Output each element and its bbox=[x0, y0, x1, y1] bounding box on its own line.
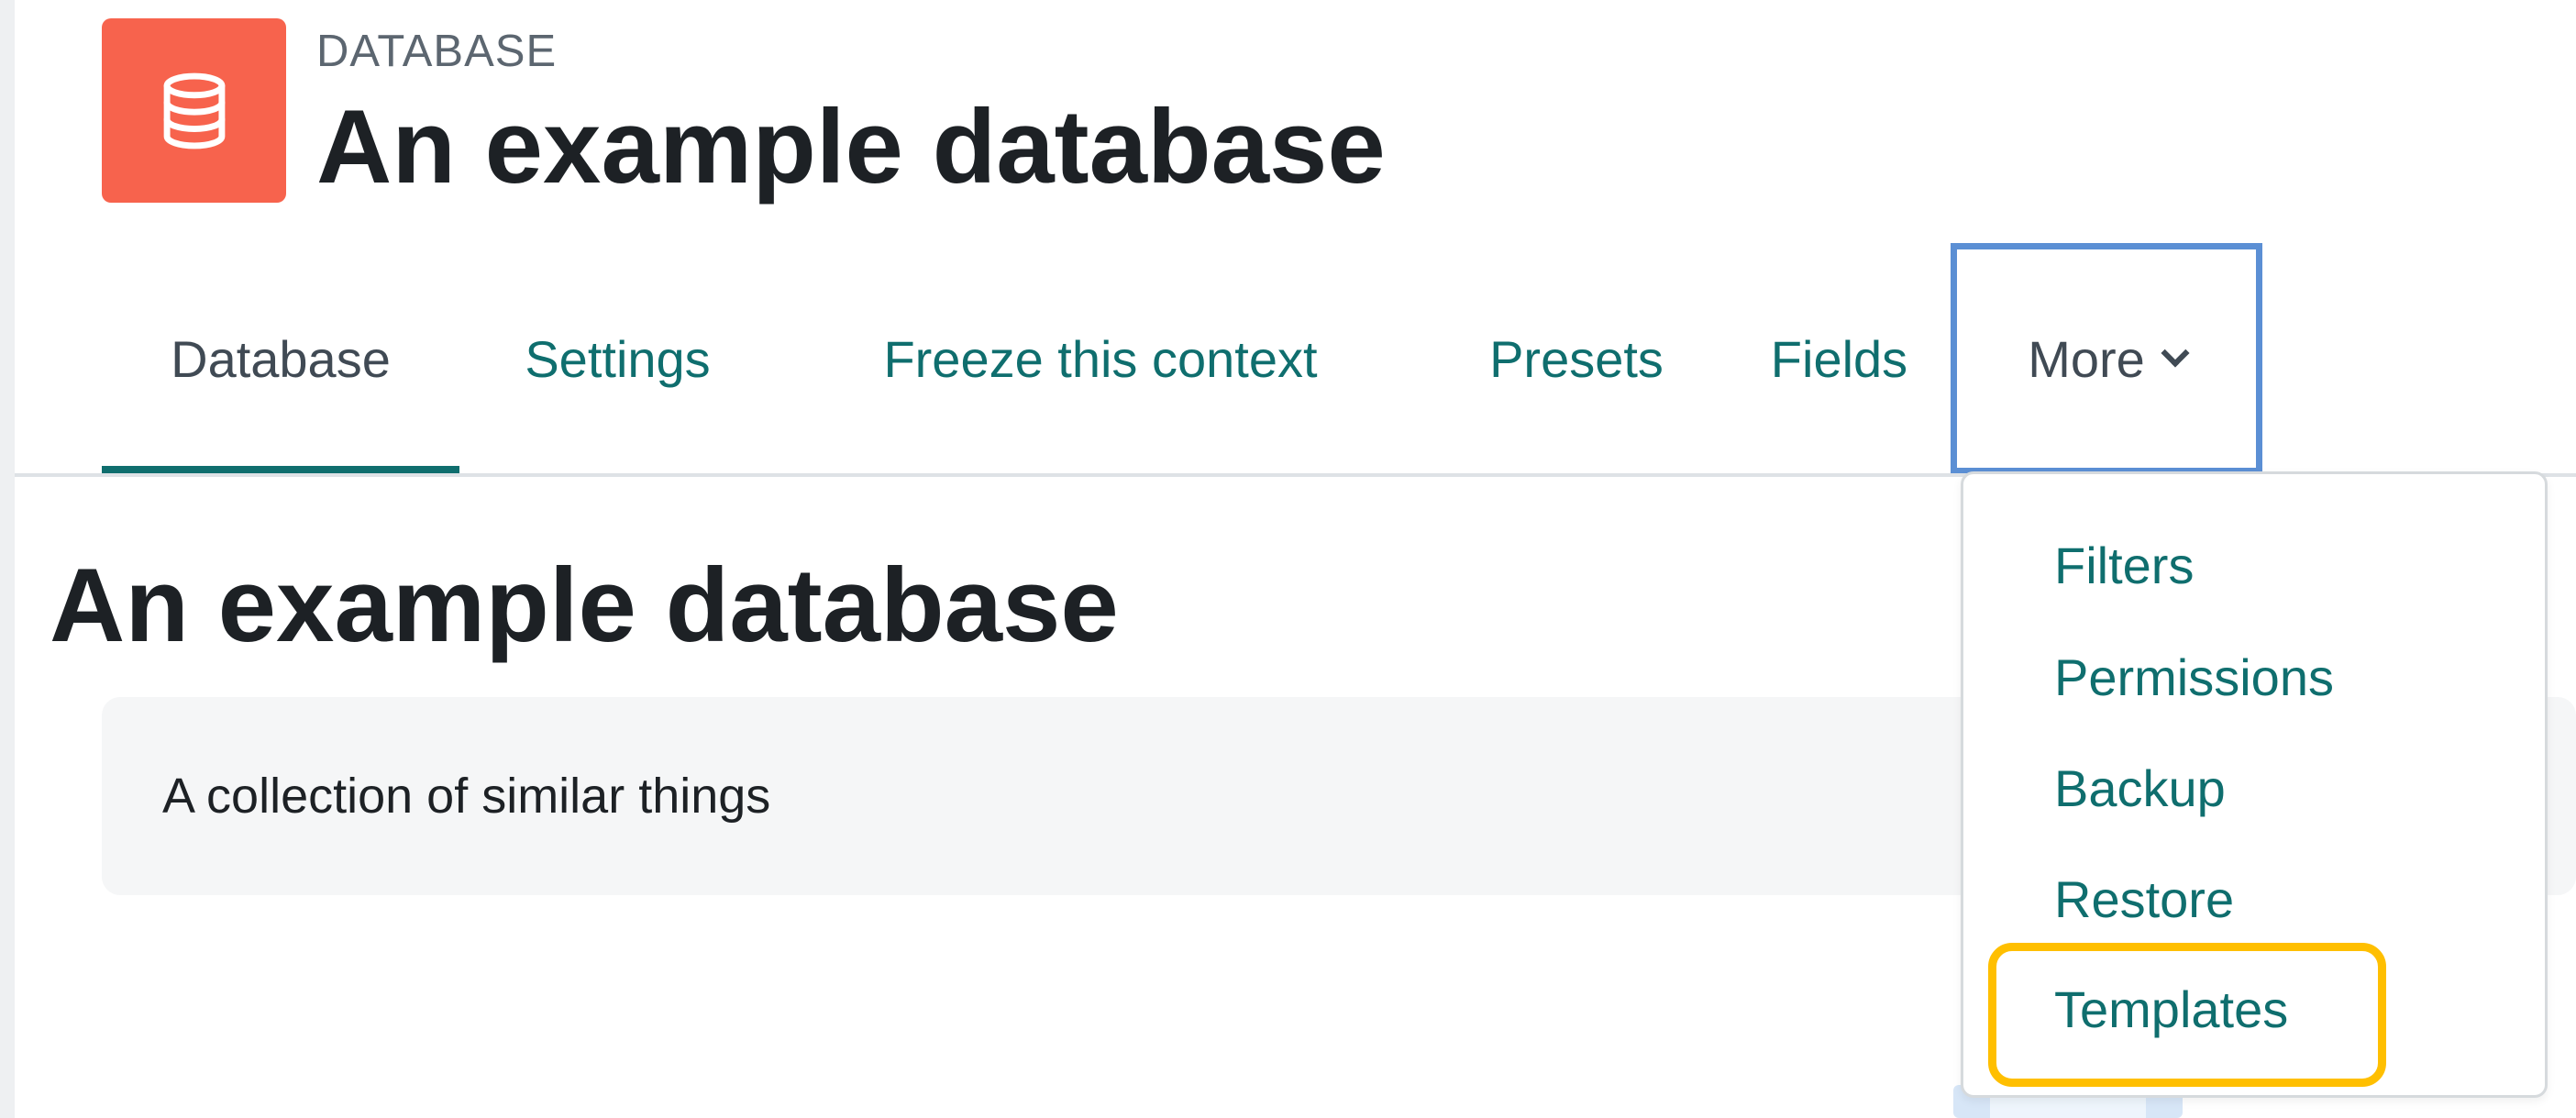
tab-freeze-this-context[interactable]: Freeze this context bbox=[776, 243, 1425, 474]
chevron-down-icon bbox=[2161, 338, 2190, 368]
left-border bbox=[0, 0, 15, 1118]
menu-item-permissions[interactable]: Permissions bbox=[2054, 648, 2334, 707]
more-label: More bbox=[2028, 329, 2145, 388]
page-heading: An example database bbox=[50, 548, 1119, 664]
activity-title: An example database bbox=[316, 89, 1386, 205]
menu-item-backup[interactable]: Backup bbox=[2054, 758, 2226, 818]
tab-settings[interactable]: Settings bbox=[459, 243, 776, 474]
menu-item-filters[interactable]: Filters bbox=[2054, 536, 2194, 595]
page: DATABASE An example database Database Se… bbox=[0, 0, 2576, 1118]
tab-database[interactable]: Database bbox=[102, 243, 459, 474]
more-menu-button[interactable]: More bbox=[1951, 243, 2262, 474]
tab-fields[interactable]: Fields bbox=[1728, 243, 1951, 474]
intro-text: A collection of similar things bbox=[162, 769, 771, 824]
more-dropdown-menu: Filters Permissions Backup Restore Templ… bbox=[1961, 471, 2548, 1098]
activity-type-label: DATABASE bbox=[316, 27, 558, 76]
menu-item-restore[interactable]: Restore bbox=[2054, 869, 2234, 929]
menu-item-templates[interactable]: Templates bbox=[2054, 980, 2288, 1039]
database-icon bbox=[102, 18, 286, 203]
tab-presets[interactable]: Presets bbox=[1425, 243, 1728, 474]
